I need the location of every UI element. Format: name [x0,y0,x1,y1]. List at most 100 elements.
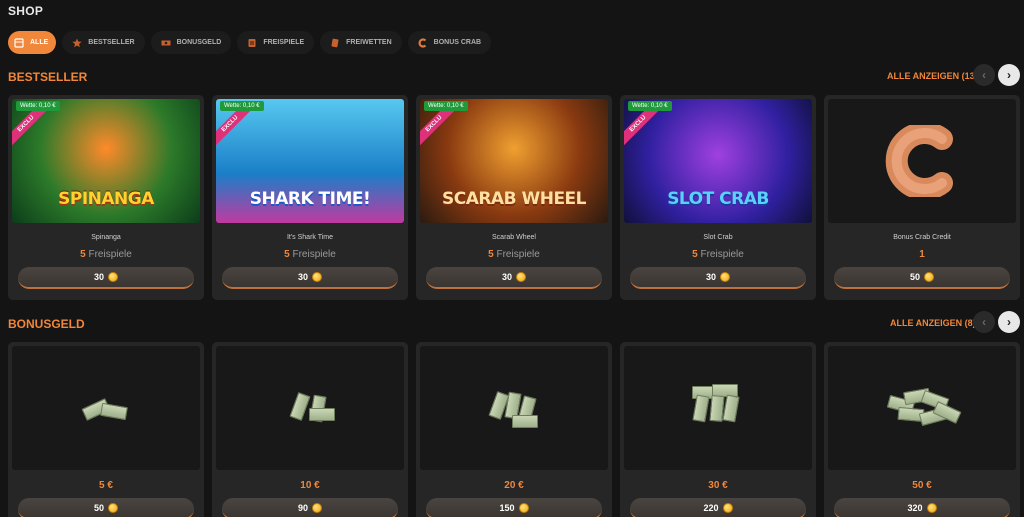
crab-credit-icon [885,125,953,197]
filter-freispiele[interactable]: FREISPIELE [237,31,315,54]
filter-label: BONUS CRAB [433,39,482,46]
product-name: Spinanga [91,234,121,241]
coin-icon [516,272,526,282]
section-title-bestseller: BESTSELLER [8,70,88,84]
product-card[interactable]: 10 € 90 [212,342,408,517]
price: 50 [93,503,104,513]
bet-badge: Wette: 0,10 € [424,101,468,111]
filter-label: BONUSGELD [176,39,222,46]
price: 150 [499,503,515,513]
buy-button[interactable]: 150 [426,498,602,517]
ticket-icon [248,38,256,47]
filter-freiwetten[interactable]: FREIWETTEN [320,31,402,54]
price: 320 [907,503,923,513]
value-number: 5 [284,249,290,260]
coin-icon [720,272,730,282]
chevron-left-icon: ‹ [982,68,986,82]
item-thumbnail [828,99,1016,223]
bonus-amount: 5 € [99,480,113,491]
bet-icon [331,38,339,47]
carousel-next-button[interactable]: › [998,64,1020,86]
product-value: 1 [824,249,1020,260]
show-all-bonusgeld-link[interactable]: ALLE ANZEIGEN (8) [890,318,976,328]
bet-badge: Wette: 0,10 € [628,101,672,111]
game-thumbnail: Wette: 0,10 € EXCLU SCARAB WHEEL [420,99,608,223]
value-unit: Freispiele [496,249,540,260]
buy-button[interactable]: 320 [834,498,1010,517]
product-card[interactable]: Bonus Crab Credit 1 50 [824,95,1020,300]
item-thumbnail [420,346,608,470]
carousel-next-button[interactable]: › [998,311,1020,333]
cash-icon [285,388,335,428]
product-card[interactable]: Wette: 0,10 € EXCLU SCARAB WHEEL Scarab … [416,95,612,300]
crab-icon [418,37,426,48]
carousel-prev-button[interactable]: ‹ [973,311,995,333]
filter-label: ALLE [30,39,49,46]
star-icon [72,38,82,47]
bonus-amount: 30 € [708,480,728,491]
price: 30 [93,272,104,282]
product-card[interactable]: Wette: 0,10 € EXCLU SLOT CRAB Slot Crab … [620,95,816,300]
coin-icon [722,503,733,513]
buy-button[interactable]: 220 [630,498,806,517]
product-card[interactable]: Wette: 0,10 € EXCLU SHARK TIME! It's Sha… [212,95,408,300]
chevron-left-icon: ‹ [982,315,986,329]
value-number: 5 [80,249,86,260]
bet-badge: Wette: 0,10 € [220,101,264,111]
product-card[interactable]: 50 € 320 [824,342,1020,517]
filter-label: FREISPIELE [263,39,305,46]
product-card[interactable]: 20 € 150 [416,342,612,517]
value-unit: Freispiele [88,249,132,260]
game-thumbnail: Wette: 0,10 € EXCLU SLOT CRAB [624,99,812,223]
show-all-bestseller-link[interactable]: ALLE ANZEIGEN (13) [887,71,978,81]
product-value: 5 Freispiele [620,249,816,260]
coin-icon [108,503,118,513]
item-thumbnail [828,346,1016,470]
game-logo-text: SHARK TIME! [249,189,371,209]
buy-button[interactable]: 30 [426,267,602,289]
filter-bonus-crab[interactable]: BONUS CRAB [407,31,492,54]
product-name: Bonus Crab Credit [893,234,951,241]
product-card[interactable]: 5 € 50 [8,342,204,517]
carousel-prev-button[interactable]: ‹ [973,64,995,86]
shop-icon [14,37,24,48]
game-thumbnail: Wette: 0,10 € EXCLU SHARK TIME! [216,99,404,223]
product-card[interactable]: Wette: 0,10 € EXCLU SPINANGA Spinanga 5 … [8,95,204,300]
buy-button[interactable]: 50 [834,267,1010,289]
buy-button[interactable]: 50 [18,498,194,517]
product-card[interactable]: 30 € 220 [620,342,816,517]
section-title-bonusgeld: BONUSGELD [8,317,85,331]
price: 50 [909,272,920,282]
game-logo-text: SLOT CRAB [667,189,769,209]
page-title: SHOP [8,4,44,18]
filter-label: BESTSELLER [88,39,135,46]
filter-alle[interactable]: ALLE [8,31,57,54]
product-value: 5 Freispiele [212,249,408,260]
buy-button[interactable]: 30 [222,267,398,289]
chevron-right-icon: › [1007,68,1011,82]
buy-button[interactable]: 30 [630,267,806,289]
game-logo-text: SPINANGA [58,189,154,209]
cash-icon [81,393,131,423]
money-icon [161,40,171,45]
price: 30 [297,272,308,282]
cash-icon [884,384,962,432]
item-thumbnail [624,346,812,470]
cash-icon [688,380,748,436]
value-number: 5 [488,249,494,260]
game-thumbnail: Wette: 0,10 € EXCLU SPINANGA [12,99,200,223]
filter-bonusgeld[interactable]: BONUSGELD [150,31,232,54]
product-name: Scarab Wheel [492,234,536,241]
coin-icon [312,272,322,282]
buy-button[interactable]: 30 [18,267,194,289]
filter-bar: ALLE BESTSELLER BONUSGELD FREISPIELE FRE… [8,31,492,54]
filter-bestseller[interactable]: BESTSELLER [62,31,145,54]
price: 30 [705,272,716,282]
buy-button[interactable]: 90 [222,498,398,517]
game-logo-text: SCARAB WHEEL [441,189,587,209]
product-value: 5 Freispiele [8,249,204,260]
product-value: 5 Freispiele [416,249,612,260]
bet-badge: Wette: 0,10 € [16,101,60,111]
coin-icon [312,503,322,513]
coin-icon [108,272,118,282]
